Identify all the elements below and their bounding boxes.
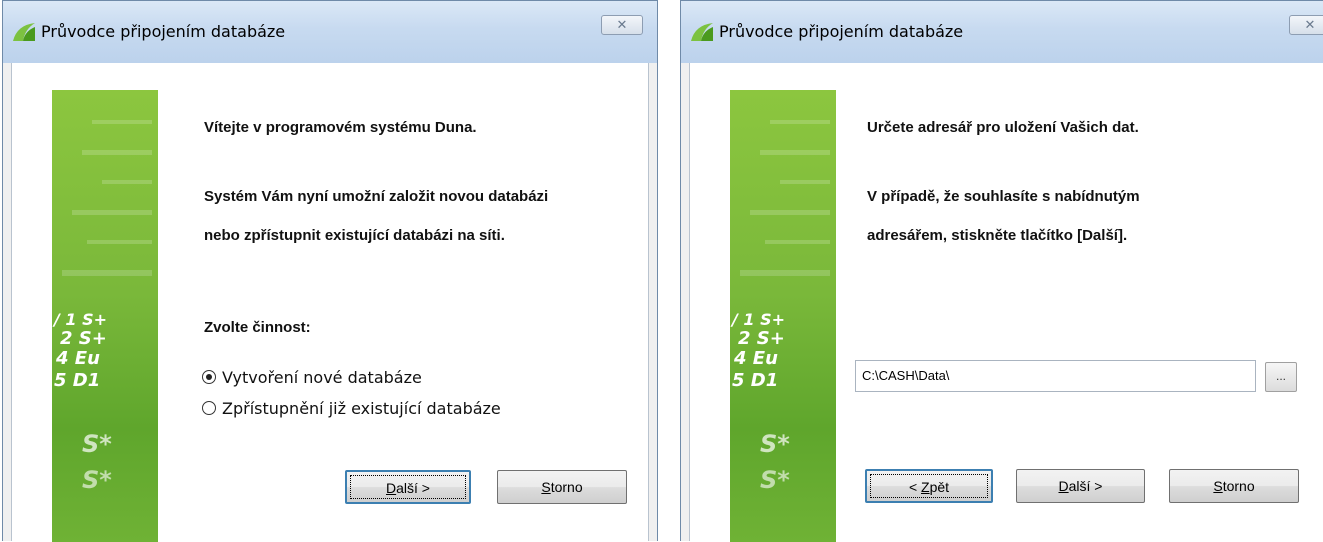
wizard-side-banner: / 1 S+ 2 S+ 4 Eu 5 D1 S* S* (52, 90, 158, 542)
banner-glyph: S* (82, 466, 112, 494)
intro-text-line1: Systém Vám nyní umožní založit novou dat… (204, 188, 549, 205)
radio-button[interactable] (202, 401, 216, 415)
close-button[interactable]: ✕ (601, 15, 643, 35)
banner-glyph: S* (760, 466, 790, 494)
banner-glyph: 5 D1 (54, 370, 100, 391)
app-logo-icon (13, 23, 35, 41)
banner-glyph: S* (82, 430, 112, 458)
radio-create-database[interactable]: Vytvoření nové databáze (202, 366, 422, 388)
wizard-body: / 1 S+ 2 S+ 4 Eu 5 D1 S* S* Vítejte v pr… (11, 63, 649, 542)
wizard-window-data-folder: Průvodce připojením databáze ✕ / 1 S+ 2 … (680, 0, 1323, 542)
banner-glyph: S* (760, 430, 790, 458)
choose-action-label: Zvolte činnost: (204, 319, 311, 336)
close-button[interactable]: ✕ (1289, 15, 1323, 35)
banner-glyph: 5 D1 (732, 370, 778, 391)
wizard-window-welcome: Průvodce připojením databáze ✕ / 1 S+ 2 … (2, 0, 658, 542)
banner-glyph: 2 S+ (60, 328, 107, 349)
radio-label: Zpřístupnění již existující databáze (222, 398, 501, 418)
window-title: Průvodce připojením databáze (41, 22, 286, 41)
radio-label: Vytvoření nové databáze (222, 367, 422, 387)
back-button[interactable]: < Zpět (865, 469, 993, 503)
next-button[interactable]: Další > (345, 470, 471, 504)
banner-glyph: / 1 S+ (730, 310, 785, 329)
next-button[interactable]: Další > (1016, 469, 1145, 503)
close-icon: ✕ (616, 17, 628, 32)
cancel-button[interactable]: Storno (1169, 469, 1299, 503)
title-bar[interactable]: Průvodce připojením databáze ✕ (3, 1, 657, 63)
focus-rect: Další > (350, 475, 466, 499)
radio-button-checked[interactable] (202, 370, 216, 384)
banner-glyph: 4 Eu (55, 348, 100, 369)
app-logo-icon (691, 23, 713, 41)
window-title: Průvodce připojením databáze (719, 22, 964, 41)
intro-text-line2: nebo zpřístupnit existující databázi na … (204, 227, 505, 244)
instruction-text-line1: V případě, že souhlasíte s nabídnutým (867, 188, 1140, 205)
title-bar[interactable]: Průvodce připojením databáze ✕ (681, 1, 1323, 63)
focus-rect: < Zpět (870, 474, 988, 498)
wizard-side-banner: / 1 S+ 2 S+ 4 Eu 5 D1 S* S* (730, 90, 836, 542)
cancel-button[interactable]: Storno (497, 470, 627, 504)
banner-glyph: / 1 S+ (52, 310, 107, 329)
banner-glyph: 2 S+ (738, 328, 785, 349)
close-icon: ✕ (1304, 17, 1316, 32)
radio-open-existing-database[interactable]: Zpřístupnění již existující databáze (202, 397, 501, 419)
instruction-text-line2: adresářem, stiskněte tlačítko [Další]. (867, 227, 1128, 244)
data-folder-path-input[interactable]: C:\CASH\Data\ (855, 360, 1256, 392)
browse-folder-button[interactable]: ... (1265, 362, 1297, 392)
welcome-heading: Vítejte v programovém systému Duna. (204, 119, 477, 136)
banner-glyph: 4 Eu (733, 348, 778, 369)
instruction-heading: Určete adresář pro uložení Vašich dat. (867, 119, 1139, 136)
